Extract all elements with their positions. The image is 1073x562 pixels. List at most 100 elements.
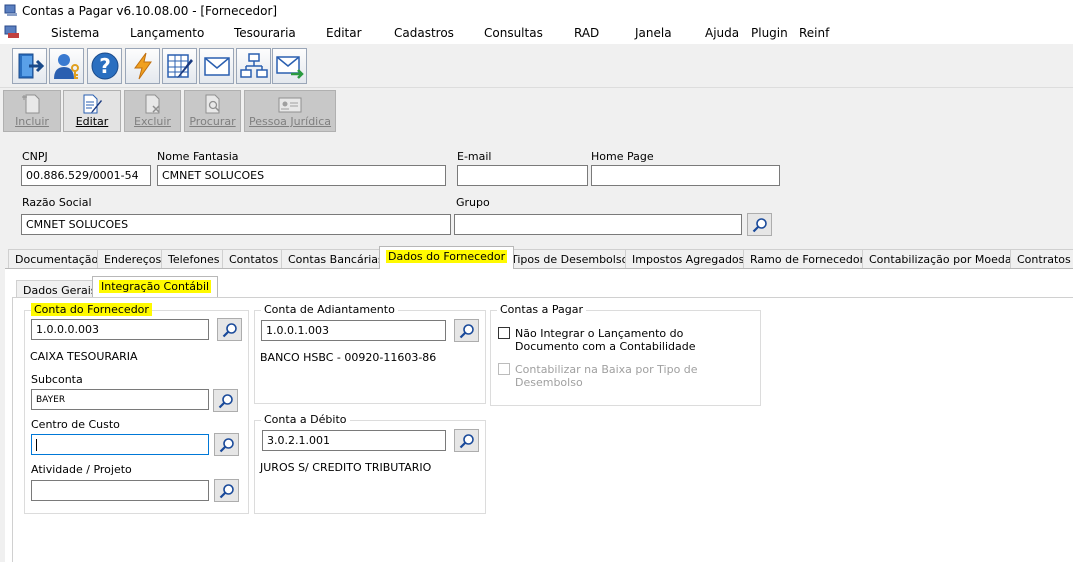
tab-dados-fornecedor[interactable]: Dados do Fornecedor	[379, 246, 515, 269]
envelope-button[interactable]	[199, 48, 234, 84]
contas-pagar-group: Contas a Pagar	[490, 303, 761, 406]
atividade-field[interactable]	[31, 480, 209, 501]
help-button[interactable]: ?	[87, 48, 122, 84]
hierarchy-button[interactable]	[236, 48, 271, 84]
contabilizar-baixa-label-line2: Desembolso	[515, 376, 583, 389]
tab-documentacao[interactable]: Documentação	[8, 249, 106, 269]
tab-contratos[interactable]: Contratos	[1010, 249, 1073, 269]
contabilizar-baixa-label-line1: Contabilizar na Baixa por Tipo de	[515, 363, 698, 376]
subconta-search-button[interactable]	[213, 389, 238, 412]
envelope-send-button[interactable]	[272, 48, 307, 84]
homepage-label: Home Page	[591, 150, 654, 163]
centro-custo-field[interactable]	[31, 434, 209, 455]
search-document-icon	[205, 94, 220, 114]
lightning-icon	[133, 52, 152, 80]
search-icon	[219, 437, 234, 452]
conta-adiantamento-field[interactable]: 1.0.0.1.003	[261, 320, 446, 341]
lightning-button[interactable]	[125, 48, 160, 84]
editar-button[interactable]: Editar	[63, 90, 121, 132]
grupo-label: Grupo	[456, 196, 490, 209]
text-cursor	[36, 439, 37, 451]
tab-integracao-contabil-label: Integração Contábil	[99, 280, 212, 293]
mdi-child-icon[interactable]	[4, 25, 20, 39]
user-key-button[interactable]	[49, 48, 84, 84]
conta-debito-field[interactable]: 3.0.2.1.001	[262, 430, 446, 451]
search-icon	[219, 483, 234, 498]
conta-fornecedor-title: Conta do Fornecedor	[31, 303, 152, 316]
menu-rad[interactable]: RAD	[574, 26, 599, 40]
conta-fornecedor-search-button[interactable]	[217, 318, 242, 341]
atividade-label: Atividade / Projeto	[31, 463, 132, 476]
contas-pagar-title: Contas a Pagar	[497, 303, 587, 316]
id-card-icon	[278, 97, 302, 113]
cnpj-label: CNPJ	[22, 150, 48, 163]
user-key-icon	[53, 54, 79, 79]
menu-janela[interactable]: Janela	[635, 26, 672, 40]
tab-telefones[interactable]: Telefones	[161, 249, 227, 269]
razao-social-field[interactable]: CMNET SOLUCOES	[21, 214, 451, 235]
menu-editar[interactable]: Editar	[326, 26, 362, 40]
conta-debito-search-button[interactable]	[454, 429, 479, 452]
tab-contas-bancarias[interactable]: Contas Bancárias	[281, 249, 391, 269]
conta-adiantamento-title: Conta de Adiantamento	[261, 303, 398, 316]
menu-lancamento[interactable]: Lançamento	[130, 26, 204, 40]
tab-tipos-desembolso[interactable]: Tipos de Desembolso	[504, 249, 636, 269]
subconta-field[interactable]: BAYER	[31, 389, 209, 410]
conta-adiantamento-search-button[interactable]	[454, 319, 479, 342]
search-icon	[222, 322, 237, 337]
centro-custo-label: Centro de Custo	[31, 418, 120, 431]
centro-custo-search-button[interactable]	[214, 433, 239, 456]
exit-button[interactable]	[12, 48, 47, 84]
procurar-button[interactable]: Procurar	[184, 90, 241, 132]
edit-document-icon	[83, 94, 102, 114]
homepage-field[interactable]	[591, 165, 780, 186]
excluir-label: Excluir	[134, 115, 171, 128]
svg-text:?: ?	[99, 54, 111, 78]
new-document-icon	[22, 94, 40, 114]
tab-integracao-contabil[interactable]: Integração Contábil	[92, 276, 219, 298]
main-toolbar: ?	[0, 44, 1073, 88]
atividade-search-button[interactable]	[214, 479, 239, 502]
grupo-search-button[interactable]	[747, 213, 772, 236]
tab-ramo-fornecedor[interactable]: Ramo de Fornecedor	[743, 249, 872, 269]
menu-plugin[interactable]: Plugin	[751, 26, 788, 40]
nome-fantasia-field[interactable]: CMNET SOLUCOES	[157, 165, 446, 186]
menu-consultas[interactable]: Consultas	[484, 26, 543, 40]
nao-integrar-label-line1: Não Integrar o Lançamento do	[515, 327, 684, 340]
subconta-label: Subconta	[31, 373, 83, 386]
menu-cadastros[interactable]: Cadastros	[394, 26, 454, 40]
excluir-button[interactable]: Excluir	[124, 90, 181, 132]
conta-debito-description: JUROS S/ CREDITO TRIBUTARIO	[260, 461, 432, 474]
spreadsheet-edit-icon	[166, 54, 193, 78]
search-icon	[459, 323, 474, 338]
exit-icon	[18, 53, 44, 79]
tab-dados-fornecedor-label: Dados do Fornecedor	[386, 250, 508, 263]
tab-impostos-agregados[interactable]: Impostos Agregados	[625, 249, 752, 269]
grupo-field[interactable]	[454, 214, 742, 235]
cnpj-field[interactable]: 00.886.529/0001-54	[21, 165, 151, 186]
email-label: E-mail	[457, 150, 492, 163]
nao-integrar-checkbox[interactable]	[498, 327, 510, 339]
app-icon	[4, 4, 17, 16]
menu-bar: Sistema Lançamento Tesouraria Editar Cad…	[0, 22, 1073, 44]
email-field[interactable]	[457, 165, 588, 186]
editar-label: Editar	[75, 115, 109, 128]
tab-contabilizacao-moeda[interactable]: Contabilização por Moeda	[862, 249, 1019, 269]
menu-sistema[interactable]: Sistema	[51, 26, 99, 40]
search-icon	[752, 217, 767, 232]
spreadsheet-edit-button[interactable]	[162, 48, 197, 84]
menu-tesouraria[interactable]: Tesouraria	[234, 26, 296, 40]
title-bar: Contas a Pagar v6.10.08.00 - [Fornecedor…	[0, 0, 1073, 22]
menu-ajuda[interactable]: Ajuda	[705, 26, 739, 40]
conta-fornecedor-field[interactable]: 1.0.0.0.003	[31, 319, 209, 340]
pessoa-juridica-button[interactable]: Pessoa Jurídica	[244, 90, 336, 132]
delete-document-icon	[145, 94, 160, 114]
nao-integrar-label-line2: Documento com a Contabilidade	[515, 340, 696, 353]
incluir-label: Incluir	[15, 115, 49, 128]
tab-enderecos[interactable]: Endereços	[97, 249, 169, 269]
incluir-button[interactable]: Incluir	[3, 90, 61, 132]
conta-debito-title: Conta a Débito	[261, 413, 350, 426]
tab-contatos[interactable]: Contatos	[222, 249, 286, 269]
menu-reinf[interactable]: Reinf	[799, 26, 829, 40]
contabilizar-baixa-checkbox[interactable]	[498, 363, 510, 375]
